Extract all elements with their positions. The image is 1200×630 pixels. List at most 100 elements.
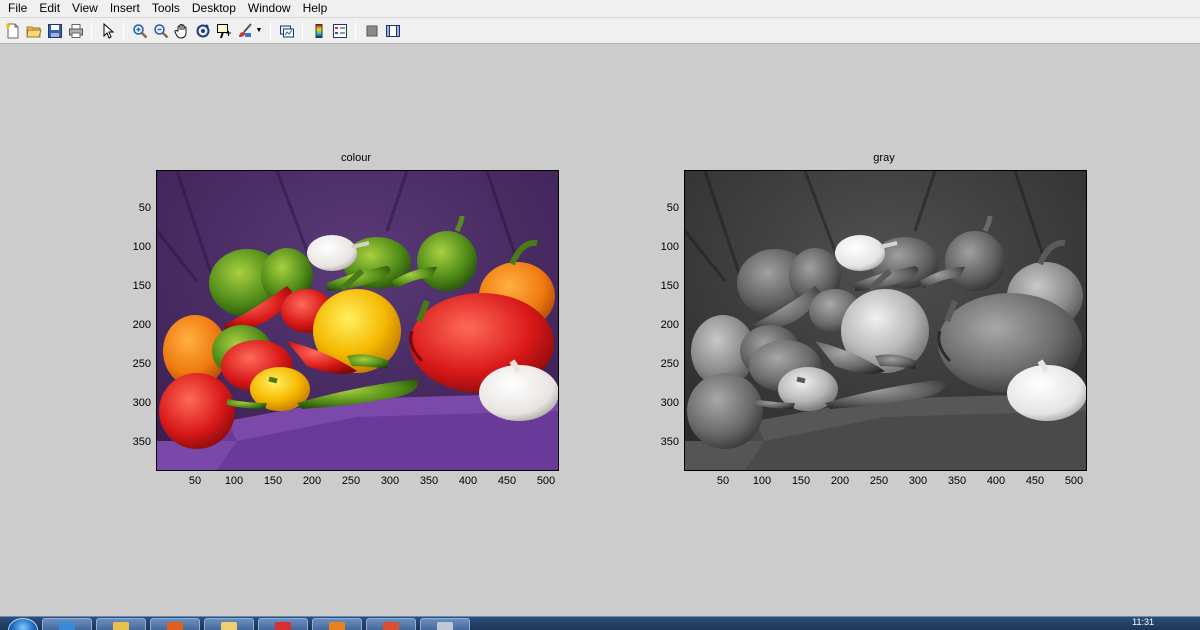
menu-tools[interactable]: Tools [146,0,186,17]
toolbar-separator [355,21,356,40]
folder-icon [221,622,237,630]
zoom-in-button[interactable] [130,21,150,41]
x-tick-label: 100 [224,475,244,487]
y-tick-label: 300 [660,397,679,409]
open-file-button[interactable] [24,21,44,41]
caret-down-icon: ▼ [255,27,263,34]
colour-peppers-image [157,171,558,470]
taskbar-folder[interactable] [204,618,254,630]
x-tick-label: 200 [302,475,322,487]
toolbar-separator [123,21,124,40]
toolbar-separator [91,21,92,40]
x-tick-label: 350 [419,475,439,487]
x-tick-label: 250 [341,475,361,487]
pan-button[interactable] [172,21,192,41]
show-plot-tools-icon [385,24,400,37]
y-tick-label: 250 [660,358,679,370]
start-button[interactable] [8,618,38,630]
y-tick-label: 300 [132,397,151,409]
save-icon [47,23,62,38]
y-tick-label: 100 [660,241,679,253]
firefox-icon [329,622,345,630]
x-tick-label: 150 [791,475,811,487]
hide-plot-tools-icon [366,25,377,36]
gray-image-axes[interactable] [684,170,1087,471]
axes-title-gray: gray [873,152,895,164]
hide-plot-tools-button[interactable] [362,21,382,41]
menu-help[interactable]: Help [297,0,334,17]
y-tick-label: 50 [138,202,151,214]
menu-view[interactable]: View [66,0,104,17]
x-tick-label: 100 [752,475,772,487]
network-icon [437,622,453,630]
zoom-out-icon [153,23,168,38]
taskbar-clock[interactable]: 11:31 [1132,617,1154,627]
x-tick-label: 200 [830,475,850,487]
y-tick-label: 250 [132,358,151,370]
new-file-icon [5,23,18,38]
menu-desktop[interactable]: Desktop [186,0,242,17]
hand-icon [173,23,186,38]
save-figure-button[interactable] [45,21,65,41]
legend-icon [332,23,347,38]
x-tick-label: 300 [908,475,928,487]
brush-button[interactable] [235,21,255,41]
taskbar-powerpoint[interactable] [366,618,416,630]
taskbar-network[interactable] [420,618,470,630]
new-figure-button[interactable] [3,21,23,41]
y-tick-label: 50 [666,202,679,214]
x-tick-label: 400 [458,475,478,487]
menu-insert[interactable]: Insert [104,0,146,17]
y-tick-label: 350 [132,436,151,448]
figure-canvas: colour 50 100 150 200 250 300 350 50 100… [0,45,1200,616]
colour-image-axes[interactable] [156,170,559,471]
show-plot-tools-button[interactable] [383,21,403,41]
y-tick-label: 150 [660,280,679,292]
x-tick-label: 250 [869,475,889,487]
folder-open-icon [25,26,42,37]
toolbar-separator [270,21,271,40]
link-plot-button[interactable] [277,21,297,41]
ie-icon [59,622,75,630]
y-tick-label: 350 [660,436,679,448]
powerpoint-icon [383,622,399,630]
rotate-3d-button[interactable] [193,21,213,41]
brush-icon [238,22,252,37]
axes-title-colour: colour [341,152,371,164]
taskbar-matlab[interactable] [150,618,200,630]
x-tick-label: 400 [986,475,1006,487]
x-tick-label: 50 [716,475,730,487]
x-tick-label: 350 [947,475,967,487]
menu-edit[interactable]: Edit [33,0,66,17]
data-cursor-icon [216,23,231,38]
taskbar-chrome[interactable] [258,618,308,630]
menu-file[interactable]: File [2,0,33,17]
printer-icon [68,23,83,38]
menu-window[interactable]: Window [242,0,297,17]
y-tick-label: 200 [660,319,679,331]
colorbar-icon [315,23,322,38]
edit-plot-button[interactable] [98,21,118,41]
matlab-icon [167,622,183,630]
explorer-icon [113,622,129,630]
brush-dropdown-button[interactable]: ▼ [255,21,263,41]
chrome-icon [275,622,291,630]
y-tick-label: 200 [132,319,151,331]
link-plot-icon [279,25,294,37]
taskbar-firefox[interactable] [312,618,362,630]
data-cursor-button[interactable] [214,21,234,41]
x-tick-label: 500 [536,475,556,487]
taskbar-ie[interactable] [42,618,92,630]
y-tick-label: 100 [132,241,151,253]
x-tick-label: 50 [188,475,202,487]
zoom-in-icon [132,23,147,38]
insert-legend-button[interactable] [330,21,350,41]
insert-colorbar-button[interactable] [309,21,329,41]
taskbar-explorer[interactable] [96,618,146,630]
x-tick-label: 300 [380,475,400,487]
zoom-out-button[interactable] [151,21,171,41]
rotate-icon [196,23,209,37]
x-tick-label: 450 [1025,475,1045,487]
print-figure-button[interactable] [66,21,86,41]
figure-toolbar: ▼ [0,18,1200,44]
